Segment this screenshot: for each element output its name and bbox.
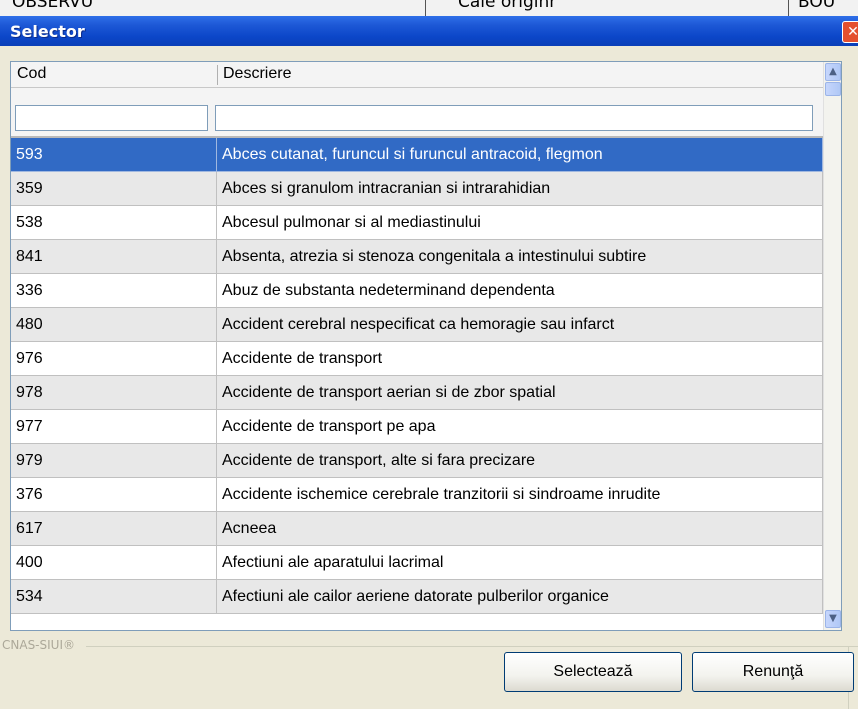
grid-rows: 593 Abces cutanat, furuncul si furuncul a…	[11, 138, 823, 630]
cell-descriere: Accidente ischemice cerebrale tranzitori…	[217, 478, 823, 512]
table-row[interactable]: 977 Accidente de transport pe apa	[11, 410, 823, 444]
cell-descriere: Accident cerebral nespecificat ca hemora…	[217, 308, 823, 342]
cell-cod: 336	[11, 274, 217, 308]
cell-descriere: Absenta, atrezia si stenoza congenitala …	[217, 240, 823, 274]
cell-cod: 400	[11, 546, 217, 580]
table-row[interactable]: 336 Abuz de substanta nedeterminand depen…	[11, 274, 823, 308]
background-separator	[425, 0, 426, 16]
table-row[interactable]: 400 Afectiuni ale aparatului lacrimal	[11, 546, 823, 580]
cell-descriere: Accidente de transport	[217, 342, 823, 376]
cell-cod: 593	[11, 138, 217, 172]
table-row[interactable]: 976 Accidente de transport	[11, 342, 823, 376]
scroll-up-button[interactable]: ▲	[825, 63, 841, 81]
dialog-title: Selector	[10, 22, 85, 41]
column-header-descriere[interactable]: Descriere	[223, 65, 291, 83]
close-button[interactable]: ✕	[842, 21, 858, 43]
select-button[interactable]: Selectează	[504, 652, 682, 692]
filter-row	[11, 88, 823, 138]
cell-descriere: Accidente de transport pe apa	[217, 410, 823, 444]
chevron-up-icon: ▲	[829, 66, 837, 77]
filter-cod-input[interactable]	[15, 105, 208, 131]
vertical-scrollbar[interactable]: ▲ ▼	[823, 62, 841, 630]
table-row[interactable]: 359 Abces si granulom intracranian si int…	[11, 172, 823, 206]
title-bar[interactable]: Selector ✕	[0, 16, 858, 46]
cell-descriere: Abces si granulom intracranian si intrar…	[217, 172, 823, 206]
background-separator	[788, 0, 789, 16]
cell-descriere: Accidente de transport, alte si fara pre…	[217, 444, 823, 478]
chevron-down-icon: ▼	[829, 613, 837, 624]
cell-descriere: Accidente de transport aerian si de zbor…	[217, 376, 823, 410]
selector-dialog: Selector ✕ Cod Descriere 593 Abces cutana…	[0, 16, 858, 709]
column-header-separator[interactable]	[217, 65, 218, 85]
background-window-strip: OBSERVU Cale originr BOU	[0, 0, 858, 16]
table-row[interactable]: 480 Accident cerebral nespecificat ca hem…	[11, 308, 823, 342]
cell-cod: 841	[11, 240, 217, 274]
cell-descriere: Abcesul pulmonar si al mediastinului	[217, 206, 823, 240]
grid-header: Cod Descriere	[11, 62, 823, 88]
cell-cod: 480	[11, 308, 217, 342]
background-cell: OBSERVU	[12, 0, 94, 12]
cell-descriere: Acneea	[217, 512, 823, 546]
background-cell: BOU	[798, 0, 836, 12]
cell-cod: 976	[11, 342, 217, 376]
cell-descriere: Abces cutanat, furuncul si furuncul antr…	[217, 138, 823, 172]
table-row[interactable]: 376 Accidente ischemice cerebrale tranzit…	[11, 478, 823, 512]
cell-cod: 359	[11, 172, 217, 206]
cell-cod: 977	[11, 410, 217, 444]
footer-divider	[86, 646, 858, 647]
cell-descriere: Abuz de substanta nedeterminand dependen…	[217, 274, 823, 308]
cell-cod: 376	[11, 478, 217, 512]
cell-cod: 534	[11, 580, 217, 614]
close-icon: ✕	[847, 24, 858, 40]
cell-cod: 979	[11, 444, 217, 478]
table-row[interactable]: 978 Accidente de transport aerian si de z…	[11, 376, 823, 410]
cell-descriere: Afectiuni ale cailor aeriene datorate pu…	[217, 580, 823, 614]
cancel-button[interactable]: Renunţă	[692, 652, 854, 692]
cell-cod: 538	[11, 206, 217, 240]
column-header-cod[interactable]: Cod	[17, 65, 46, 83]
selector-grid[interactable]: Cod Descriere 593 Abces cutanat, furuncul…	[10, 61, 842, 631]
table-row[interactable]: 538 Abcesul pulmonar si al mediastinului	[11, 206, 823, 240]
table-row[interactable]: 979 Accidente de transport, alte si fara …	[11, 444, 823, 478]
table-row[interactable]: 617 Acneea	[11, 512, 823, 546]
app-brand-label: CNAS-SIUI®	[2, 638, 75, 652]
table-row[interactable]: 841 Absenta, atrezia si stenoza congenita…	[11, 240, 823, 274]
filter-descriere-input[interactable]	[215, 105, 813, 131]
cell-cod: 978	[11, 376, 217, 410]
scroll-thumb[interactable]	[825, 82, 841, 96]
table-row[interactable]: 534 Afectiuni ale cailor aeriene datorate…	[11, 580, 823, 614]
table-row[interactable]: 593 Abces cutanat, furuncul si furuncul a…	[11, 138, 823, 172]
background-cell: Cale originr	[458, 0, 557, 12]
cell-cod: 617	[11, 512, 217, 546]
cell-descriere: Afectiuni ale aparatului lacrimal	[217, 546, 823, 580]
scroll-down-button[interactable]: ▼	[825, 610, 841, 628]
